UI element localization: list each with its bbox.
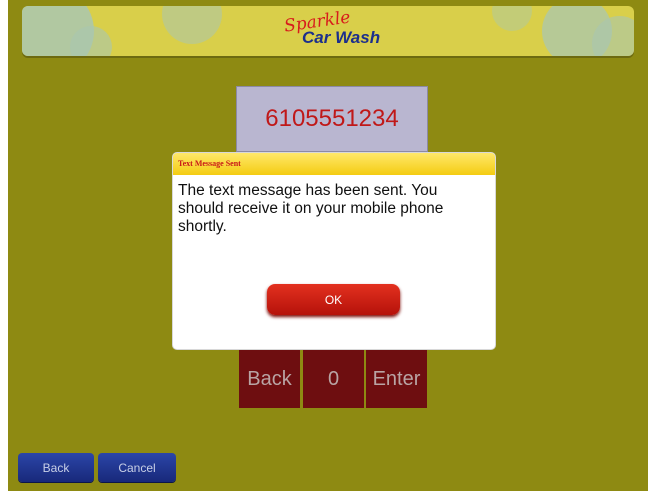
dialog-title: Text Message Sent bbox=[173, 153, 495, 175]
ok-button[interactable]: OK bbox=[267, 284, 400, 315]
phone-number-display: 6105551234 bbox=[236, 86, 428, 152]
decor-bubble bbox=[162, 6, 222, 44]
keypad-enter-button[interactable]: Enter bbox=[366, 350, 427, 408]
back-button[interactable]: Back bbox=[18, 453, 94, 482]
keypad-zero-button[interactable]: 0 bbox=[303, 350, 364, 408]
decor-bubble bbox=[492, 6, 532, 31]
header-banner: Sparkle Car Wash bbox=[22, 6, 634, 56]
decor-bubble bbox=[70, 26, 112, 56]
cancel-button[interactable]: Cancel bbox=[98, 453, 176, 482]
keypad-back-button[interactable]: Back bbox=[239, 350, 300, 408]
kiosk-screen: Sparkle Car Wash 6105551234 Back 0 Enter… bbox=[8, 0, 648, 491]
logo-main-text: Car Wash bbox=[302, 28, 381, 47]
text-message-sent-dialog: Text Message Sent The text message has b… bbox=[173, 153, 495, 349]
dialog-message: The text message has been sent. You shou… bbox=[178, 182, 444, 235]
